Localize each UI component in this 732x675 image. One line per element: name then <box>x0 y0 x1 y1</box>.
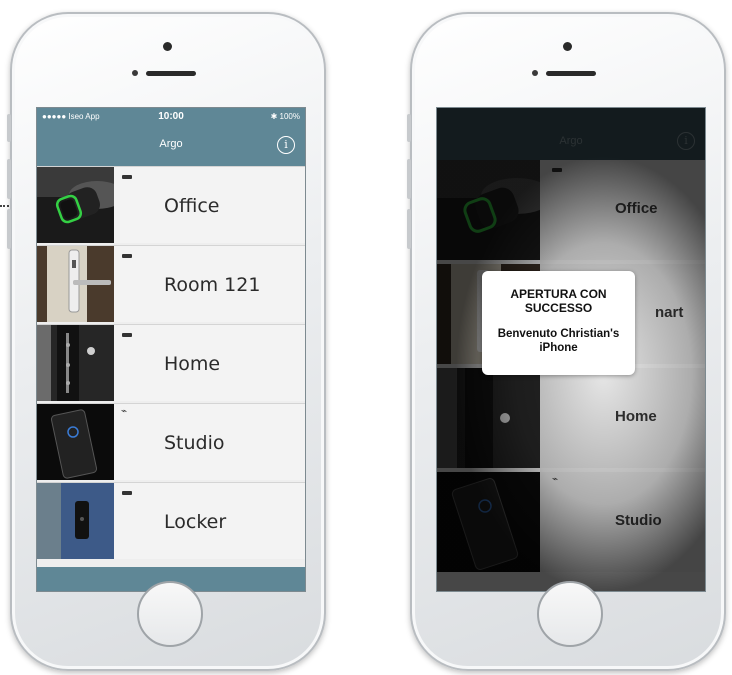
nav-bar: Argo i <box>37 126 305 166</box>
lock-name: Studio <box>164 432 225 454</box>
lock-thumbnail-deadbolt <box>37 325 114 401</box>
home-button[interactable] <box>537 581 603 647</box>
success-alert: APERTURA CON SUCCESSO Benvenuto Christia… <box>482 271 635 375</box>
lock-thumbnail-reader <box>437 472 540 572</box>
nav-bar: Argo i <box>437 126 705 160</box>
lock-name: Office <box>615 200 658 217</box>
lock-row-studio[interactable]: ⌁ Studio <box>437 472 705 572</box>
battery-icon <box>122 254 132 258</box>
alert-title: APERTURA CON SUCCESSO <box>510 287 607 315</box>
page-title: Argo <box>159 138 183 150</box>
alert-message: Benvenuto Christian's iPhone <box>497 328 620 354</box>
lock-name: Home <box>164 353 221 375</box>
home-button[interactable] <box>137 581 203 647</box>
proximity-sensor <box>532 70 538 76</box>
battery-icon <box>122 175 132 179</box>
battery-icon <box>122 491 132 495</box>
lock-row-office[interactable]: Office <box>37 166 305 243</box>
lock-thumbnail-handle <box>37 246 114 322</box>
proximity-sensor <box>132 70 138 76</box>
earpiece <box>546 71 596 76</box>
phone-right: Argo i Office nart Home ⌁ Studio APERTUR… <box>407 12 726 671</box>
volume-down-button <box>407 209 411 249</box>
lock-thumbnail-locker <box>37 483 114 559</box>
page-title: Argo <box>559 135 583 147</box>
charging-icon: ⌁ <box>121 406 128 417</box>
lock-thumbnail-reader <box>37 404 114 480</box>
lock-row-home[interactable]: Home <box>37 324 305 401</box>
front-camera <box>163 42 172 51</box>
earpiece <box>146 71 196 76</box>
lock-row-room-121[interactable]: Room 121 <box>37 245 305 322</box>
lock-row-studio[interactable]: ⌁ Studio <box>37 403 305 480</box>
lock-row-home[interactable]: Home <box>437 368 705 468</box>
battery-status: ✱ 100% <box>270 112 300 121</box>
front-camera <box>563 42 572 51</box>
clock: 10:00 <box>158 111 184 122</box>
lock-name: Room 121 <box>164 274 261 296</box>
info-icon[interactable]: i <box>277 136 295 154</box>
status-bar <box>437 108 705 126</box>
app-screen-right: Argo i Office nart Home ⌁ Studio APERTUR… <box>436 107 706 592</box>
volume-up-button <box>407 159 411 199</box>
mute-switch <box>407 114 411 142</box>
lock-thumbnail-cylinder <box>37 167 114 243</box>
lock-name: Home <box>615 408 657 425</box>
charging-icon: ⌁ <box>552 474 559 485</box>
phone-left: ●●●●● Iseo App 10:00 ✱ 100% Argo i Offic… <box>7 12 326 671</box>
lock-name: Studio <box>615 512 662 529</box>
app-screen-left: ●●●●● Iseo App 10:00 ✱ 100% Argo i Offic… <box>36 107 306 592</box>
lock-row-locker[interactable]: Locker <box>37 482 305 559</box>
mute-switch <box>7 114 11 142</box>
lock-thumbnail-cylinder <box>437 160 540 260</box>
status-bar: ●●●●● Iseo App 10:00 ✱ 100% <box>37 108 305 126</box>
battery-icon <box>122 333 132 337</box>
volume-down-button <box>7 209 11 249</box>
battery-icon <box>552 168 562 172</box>
lock-row-office[interactable]: Office <box>437 160 705 260</box>
lock-name: Locker <box>164 511 227 533</box>
volume-up-button <box>7 159 11 199</box>
lock-thumbnail-deadbolt <box>437 368 540 468</box>
info-icon[interactable]: i <box>677 132 695 150</box>
lock-name: Office <box>164 195 220 217</box>
lock-name-partial: nart <box>655 304 684 321</box>
